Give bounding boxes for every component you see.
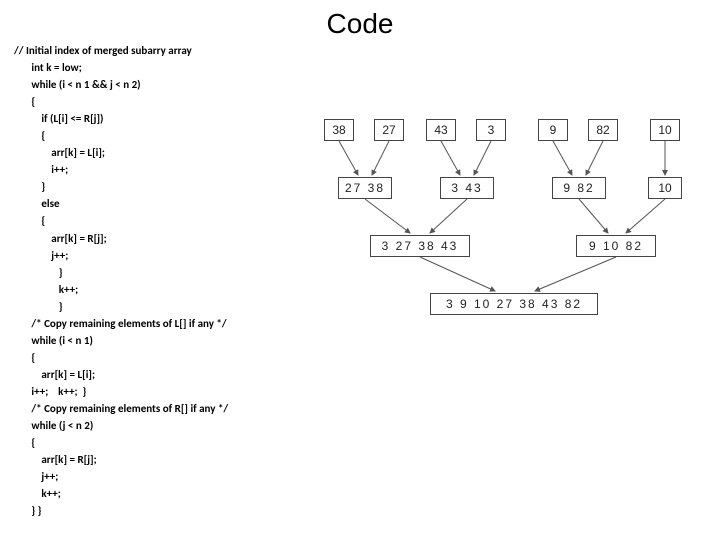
code-line: /* Copy remaining elements of R[] if any… <box>14 402 228 415</box>
code-line: } } <box>14 504 41 517</box>
code-line: else <box>14 197 60 210</box>
code-line: arr[k] = L[i]; <box>14 146 105 159</box>
code-line: int k = low; <box>14 61 82 74</box>
code-line: while (i < n 1 && j < n 2) <box>14 78 141 91</box>
pair-cell: 3 43 <box>440 177 494 199</box>
code-line: if (L[i] <= R[j]) <box>14 112 103 125</box>
code-line: while (i < n 1) <box>14 334 93 347</box>
leaf-cell: 38 <box>324 119 354 141</box>
code-line: i++; k++; } <box>14 385 86 398</box>
merge-cell: 9 10 82 <box>576 235 656 257</box>
leaf-cell: 43 <box>426 119 456 141</box>
leaf-cell: 3 <box>476 119 506 141</box>
leaf-cell: 10 <box>650 119 680 141</box>
leaf-cell: 27 <box>374 119 404 141</box>
final-cell: 3 9 10 27 38 43 82 <box>430 293 598 315</box>
merge-sort-diagram: 38 27 43 3 9 82 10 27 38 3 43 9 82 10 3 … <box>300 105 708 405</box>
code-line: arr[k] = R[j]; <box>14 232 107 245</box>
pair-cell: 10 <box>648 177 682 199</box>
leaf-cell: 9 <box>538 119 568 141</box>
code-line: k++; <box>14 487 61 500</box>
page-title: Code <box>327 8 394 40</box>
code-line: i++; <box>14 163 68 176</box>
code-line: // Initial index of merged subarry array <box>14 44 192 57</box>
code-line: { <box>14 214 45 227</box>
code-line: /* Copy remaining elements of L[] if any… <box>14 317 227 330</box>
code-line: j++; <box>14 470 58 483</box>
code-line: while (j < n 2) <box>14 419 93 432</box>
code-line: k++; <box>14 283 78 296</box>
code-line: } <box>14 266 63 279</box>
code-line: } <box>14 180 45 193</box>
code-line: arr[k] = L[i]; <box>14 368 95 381</box>
pair-cell: 9 82 <box>552 177 606 199</box>
code-line: arr[k] = R[j]; <box>14 453 97 466</box>
pair-cell: 27 38 <box>338 177 392 199</box>
leaf-cell: 82 <box>588 119 618 141</box>
code-line: { <box>14 351 35 364</box>
code-line: } <box>14 300 63 313</box>
code-block: // Initial index of merged subarry array… <box>14 42 228 519</box>
code-line: j++; <box>14 249 68 262</box>
code-line: { <box>14 436 35 449</box>
code-line: { <box>14 95 35 108</box>
code-line: { <box>14 129 45 142</box>
merge-cell: 3 27 38 43 <box>370 235 470 257</box>
